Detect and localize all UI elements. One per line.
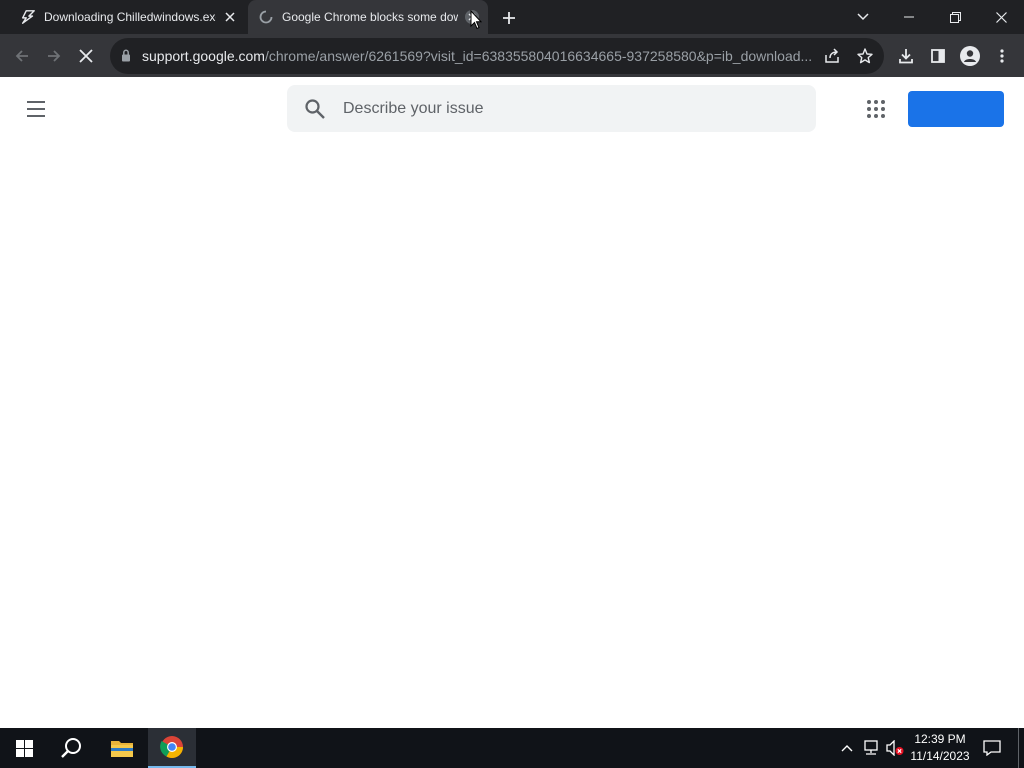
show-desktop-divider bbox=[1018, 728, 1019, 768]
side-panel-icon[interactable] bbox=[924, 42, 952, 70]
mouse-cursor-icon bbox=[470, 9, 483, 35]
close-window-button[interactable] bbox=[978, 0, 1024, 34]
search-input[interactable] bbox=[343, 85, 793, 132]
tab-downloading[interactable]: Downloading Chilledwindows.exe bbox=[8, 0, 246, 34]
tab-strip: Downloading Chilledwindows.exe Google Ch… bbox=[0, 0, 1024, 34]
url-path: /chrome/answer/6261569?visit_id=63835580… bbox=[264, 48, 813, 64]
support-page-header bbox=[0, 77, 1024, 141]
profile-avatar-icon[interactable] bbox=[956, 42, 984, 70]
forward-button[interactable] bbox=[40, 42, 68, 70]
bookmark-star-icon[interactable] bbox=[857, 48, 873, 69]
clock-date: 11/14/2023 bbox=[910, 749, 970, 763]
windows-taskbar: 12:39 PM 11/14/2023 bbox=[0, 728, 1024, 768]
close-tab-icon[interactable] bbox=[220, 7, 240, 27]
tab-title: Downloading Chilledwindows.exe bbox=[44, 10, 216, 24]
volume-muted-icon[interactable] bbox=[884, 728, 906, 768]
chrome-taskbar-icon[interactable] bbox=[148, 728, 196, 768]
loading-icon bbox=[258, 9, 274, 25]
restore-button[interactable] bbox=[932, 0, 978, 34]
network-icon[interactable] bbox=[860, 728, 882, 768]
clock-time: 12:39 PM bbox=[914, 732, 966, 746]
minimize-button[interactable] bbox=[886, 0, 932, 34]
taskbar-search-button[interactable] bbox=[48, 728, 96, 768]
google-apps-icon[interactable] bbox=[866, 99, 886, 124]
url-domain: support.google.com bbox=[142, 48, 265, 64]
file-explorer-icon[interactable] bbox=[98, 728, 146, 768]
help-search-box[interactable] bbox=[287, 85, 816, 132]
bolt-icon bbox=[20, 9, 36, 25]
chrome-menu-icon[interactable] bbox=[988, 42, 1016, 70]
hamburger-menu-icon[interactable] bbox=[24, 99, 48, 124]
share-icon[interactable] bbox=[824, 48, 840, 69]
stop-loading-button[interactable] bbox=[72, 42, 100, 70]
show-hidden-icons-chevron[interactable] bbox=[838, 728, 856, 768]
address-bar[interactable]: support.google.com/chrome/answer/6261569… bbox=[110, 38, 884, 74]
tab-title: Google Chrome blocks some downloads bbox=[282, 10, 458, 24]
browser-toolbar: support.google.com/chrome/answer/6261569… bbox=[0, 34, 1024, 77]
lock-icon[interactable] bbox=[121, 49, 131, 67]
search-icon[interactable] bbox=[304, 98, 326, 125]
back-button[interactable] bbox=[8, 42, 36, 70]
tab-chrome-blocks[interactable]: Google Chrome blocks some downloads bbox=[248, 0, 488, 34]
tab-search-button[interactable] bbox=[840, 0, 886, 34]
start-button[interactable] bbox=[0, 728, 48, 768]
notifications-icon[interactable] bbox=[978, 728, 1006, 768]
new-tab-button[interactable] bbox=[498, 7, 520, 29]
downloads-icon[interactable] bbox=[892, 42, 920, 70]
sign-in-button[interactable] bbox=[908, 91, 1004, 127]
system-clock[interactable]: 12:39 PM 11/14/2023 bbox=[906, 731, 974, 765]
url-text[interactable]: support.google.com/chrome/answer/6261569… bbox=[142, 38, 822, 74]
